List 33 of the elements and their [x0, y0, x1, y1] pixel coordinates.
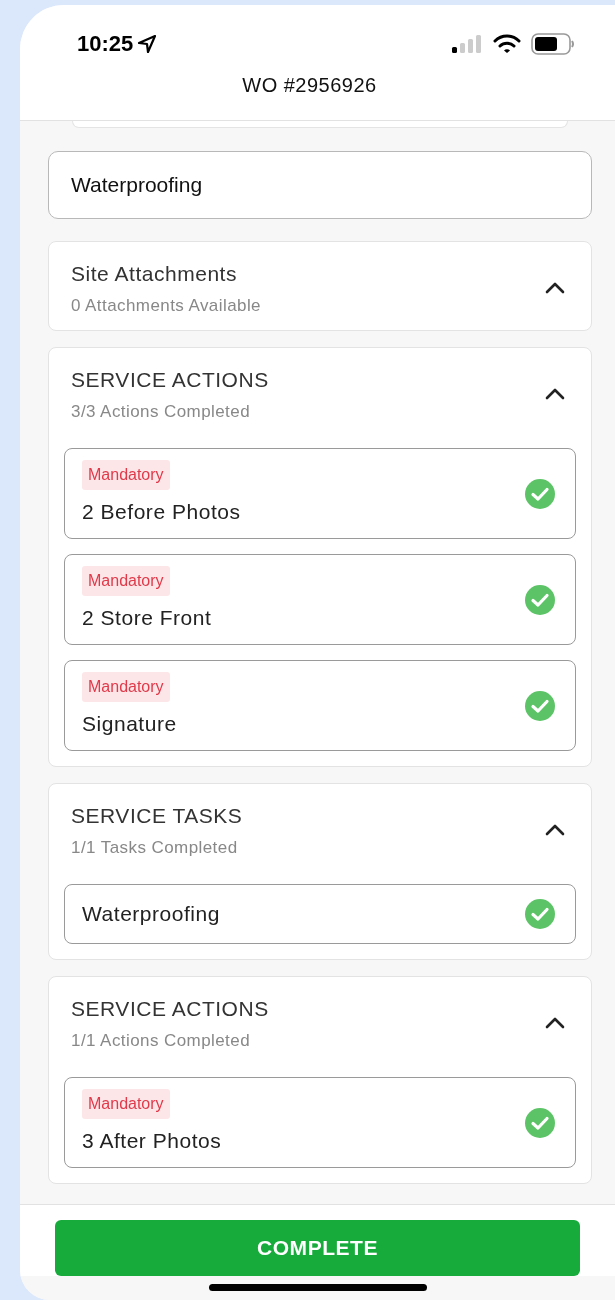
item-label: Waterproofing: [82, 901, 220, 928]
mandatory-badge: Mandatory: [82, 671, 170, 702]
section-title: SERVICE TASKS: [71, 803, 243, 829]
chevron-up-icon[interactable]: [544, 823, 566, 837]
section-subtitle: 0 Attachments Available: [71, 294, 261, 317]
section-subtitle: 3/3 Actions Completed: [71, 400, 252, 423]
action-item[interactable]: Mandatory 3 After Photos: [64, 1077, 576, 1168]
chevron-up-icon[interactable]: [544, 387, 566, 401]
action-item[interactable]: Waterproofing: [64, 884, 576, 944]
action-item[interactable]: Mandatory 2 Store Front: [64, 554, 576, 645]
mandatory-badge: Mandatory: [82, 459, 170, 490]
mandatory-badge: Mandatory: [82, 565, 170, 596]
item-label: 2 Before Photos: [82, 498, 241, 525]
item-label: 3 After Photos: [82, 1127, 222, 1154]
trade-field[interactable]: Waterproofing: [48, 151, 592, 219]
wifi-icon: [493, 33, 521, 54]
section-subtitle: 1/1 Actions Completed: [71, 1029, 252, 1052]
item-label: 2 Store Front: [82, 604, 212, 631]
section-title: SERVICE ACTIONS: [71, 367, 269, 393]
section-title: SERVICE ACTIONS: [71, 996, 269, 1022]
chevron-up-icon[interactable]: [544, 1016, 566, 1030]
signal-icon: [451, 33, 483, 54]
mandatory-badge: Mandatory: [82, 1088, 170, 1119]
location-arrow-icon: [137, 33, 158, 54]
item-label: Signature: [82, 710, 177, 737]
status-time: 10:25: [77, 30, 134, 58]
chevron-up-icon[interactable]: [544, 281, 566, 295]
section-subtitle: 1/1 Tasks Completed: [71, 836, 239, 859]
action-item[interactable]: Mandatory Signature: [64, 660, 576, 751]
battery-icon: [531, 32, 575, 55]
section-title: Site Attachments: [71, 261, 238, 287]
page-title: WO #2956926: [242, 73, 377, 98]
action-item[interactable]: Mandatory 2 Before Photos: [64, 448, 576, 539]
